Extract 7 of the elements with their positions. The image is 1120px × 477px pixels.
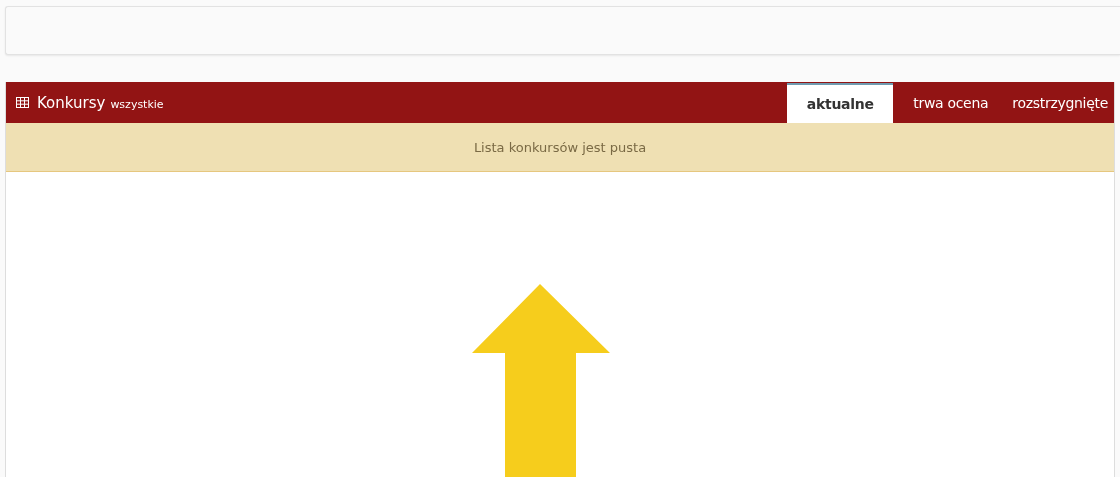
panel-subtitle: wszystkie: [110, 97, 164, 111]
tab[interactable]: aktualne: [787, 83, 894, 123]
tab[interactable]: trwa ocena: [901, 83, 1001, 123]
tab[interactable]: rozstrzygnięte: [1000, 83, 1120, 123]
table-icon: [16, 97, 29, 108]
panel-title: Konkursy: [37, 93, 106, 112]
empty-list-message: Lista konkursów jest pusta: [6, 123, 1114, 172]
